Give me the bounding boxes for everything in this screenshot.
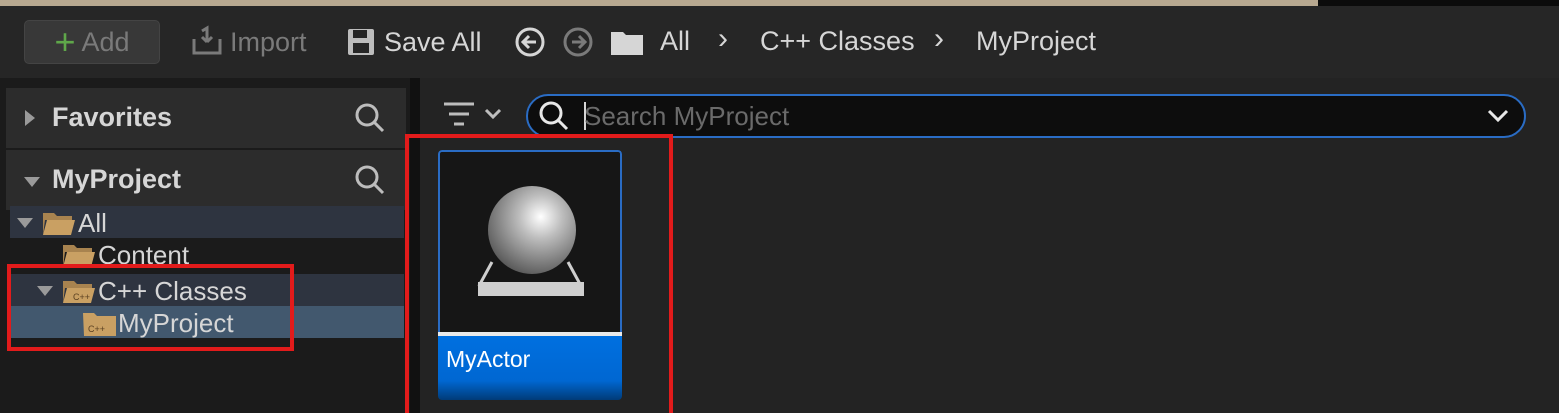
favorites-label: Favorites — [52, 102, 173, 132]
plus-icon: + — [54, 21, 76, 62]
favorites-header[interactable]: Favorites — [6, 88, 406, 148]
add-button-label: Add — [81, 26, 130, 57]
import-icon — [192, 25, 222, 55]
save-all-button[interactable]: Save All — [346, 20, 482, 64]
project-label: MyProject — [52, 164, 182, 194]
search-icon[interactable] — [354, 102, 386, 134]
chevron-down-icon[interactable] — [1486, 106, 1510, 126]
project-header[interactable]: MyProject — [6, 150, 406, 210]
filter-icon[interactable] — [442, 96, 506, 132]
save-all-button-label: Save All — [384, 26, 482, 57]
asset-search-box[interactable] — [526, 94, 1526, 138]
search-icon — [539, 101, 569, 131]
breadcrumb-chevron-icon[interactable]: › — [934, 22, 944, 56]
annotation-highlight-box — [7, 264, 294, 351]
tree-item-all[interactable]: All — [10, 206, 404, 238]
search-input[interactable] — [582, 100, 1446, 132]
save-icon — [348, 29, 374, 55]
breadcrumb-all[interactable]: All — [660, 26, 690, 57]
content-browser-toolbar: + Add Import Save All All › C++ Classes … — [0, 6, 1559, 78]
collapsed-triangle-icon[interactable] — [22, 108, 38, 128]
back-arrow-icon[interactable] — [514, 26, 546, 58]
breadcrumb-chevron-icon[interactable]: › — [718, 22, 728, 56]
annotation-highlight-box — [405, 134, 673, 413]
expanded-triangle-icon[interactable] — [22, 174, 42, 190]
folder-icon[interactable] — [610, 28, 644, 56]
tree-item-label: All — [78, 208, 107, 238]
forward-arrow-icon[interactable] — [562, 26, 594, 58]
breadcrumb-myproject[interactable]: MyProject — [976, 26, 1096, 57]
expanded-triangle-icon[interactable] — [16, 216, 34, 230]
breadcrumb-cpp-classes[interactable]: C++ Classes — [760, 26, 915, 57]
import-button[interactable]: Import — [190, 20, 307, 64]
sources-panel: Favorites MyProject All Content C++ C++ … — [0, 78, 410, 413]
open-folder-icon — [43, 213, 75, 235]
add-button[interactable]: + Add — [24, 20, 160, 64]
import-button-label: Import — [230, 26, 307, 57]
search-icon[interactable] — [354, 164, 386, 196]
